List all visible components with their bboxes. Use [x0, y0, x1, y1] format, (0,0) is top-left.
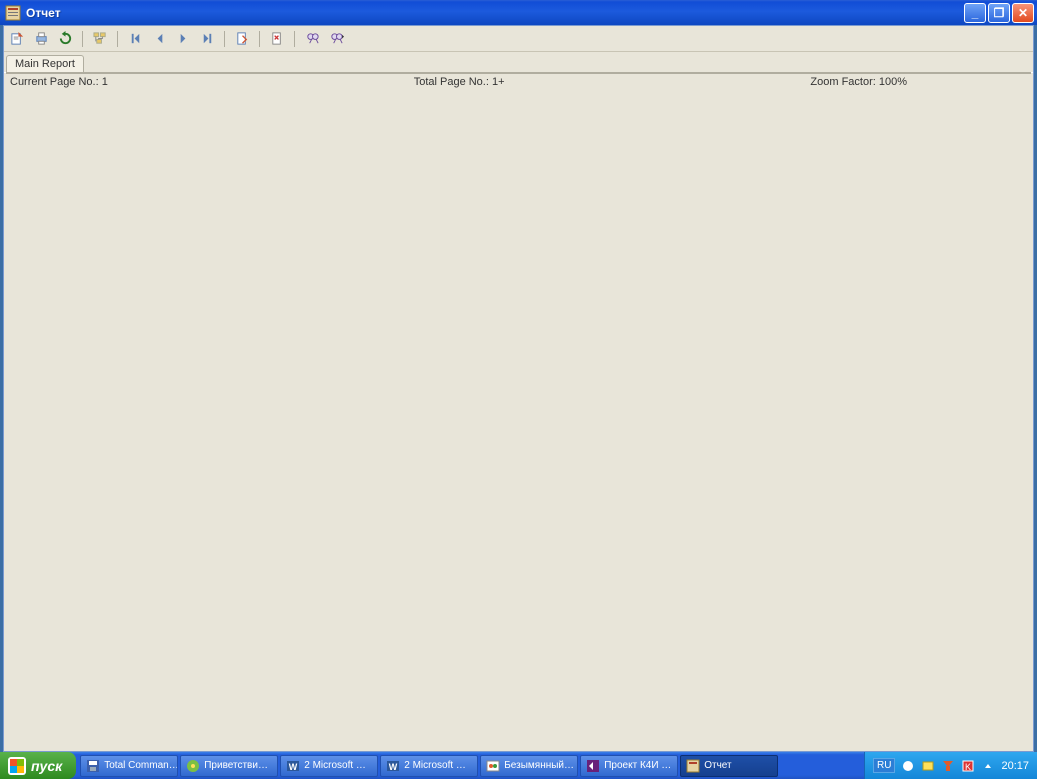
taskbar-item[interactable]: W 2 Microsoft … [280, 755, 378, 777]
window-titlebar: Отчет _ ❐ ✕ [0, 0, 1037, 25]
taskbar-item[interactable]: Приветстви… [180, 755, 278, 777]
taskbar-item-label: Приветстви… [204, 760, 268, 771]
minimize-button[interactable]: _ [964, 3, 986, 23]
taskbar-item-label: Проект К4И … [604, 760, 671, 771]
word-icon: W [386, 759, 400, 773]
taskbar-items: Total Comman…Приветстви…W2 Microsoft …W2… [76, 752, 864, 779]
taskbar-item-label: Безымянный… [504, 760, 574, 771]
tray-arrow-icon[interactable] [981, 759, 995, 773]
taskbar-item-label: 2 Microsoft … [304, 760, 366, 771]
refresh-button[interactable] [56, 30, 74, 48]
separator [82, 31, 83, 47]
clock[interactable]: 20:17 [1001, 760, 1029, 772]
zoom-button[interactable] [327, 30, 345, 48]
taskbar: пуск Total Comman… Приветстви… W 2 Microsof… [0, 752, 1037, 779]
scroll-down-icon[interactable]: ▾ [1015, 72, 1030, 73]
separator [259, 31, 260, 47]
taskbar-item[interactable]: W 2 Microsoft … [380, 755, 478, 777]
icq-icon [186, 759, 200, 773]
tray-icon[interactable] [901, 759, 915, 773]
system-tray[interactable]: RU K 20:17 [864, 752, 1037, 779]
last-page-button[interactable] [198, 30, 216, 48]
export-button[interactable] [8, 30, 26, 48]
svg-text:K: K [965, 762, 971, 772]
word-icon: W [286, 759, 300, 773]
start-button[interactable]: пуск [0, 752, 76, 779]
taskbar-item-label: Отчет [704, 760, 731, 771]
separator [294, 31, 295, 47]
window-title: Отчет [26, 6, 964, 20]
taskbar-item[interactable]: Проект К4И … [580, 755, 678, 777]
maximize-button[interactable]: ❐ [988, 3, 1010, 23]
language-indicator[interactable]: RU [873, 758, 895, 773]
group-tree-button[interactable] [91, 30, 109, 48]
taskbar-item-label: 2 Microsoft … [404, 760, 466, 771]
scroll-up-icon[interactable]: ▴ [1015, 73, 1030, 74]
scroll-right-icon[interactable]: ▸ [998, 72, 1014, 74]
svg-text:W: W [389, 762, 398, 772]
goto-page-button[interactable] [233, 30, 251, 48]
taskbar-item[interactable]: Безымянный… [480, 755, 578, 777]
tray-icon[interactable]: K [961, 759, 975, 773]
horizontal-scrollbar[interactable]: ◂ ▸ [7, 72, 1014, 73]
close-button[interactable]: ✕ [1012, 3, 1034, 23]
toolbar [4, 26, 1033, 52]
report-viewport: Отчет по сотрудникам 12.02.2008 Фамилия … [6, 72, 1031, 74]
windows-logo-icon [8, 757, 26, 775]
taskbar-item[interactable]: Отчет [680, 755, 778, 777]
tray-icon[interactable] [921, 759, 935, 773]
svg-text:W: W [289, 762, 298, 772]
tab-main-report[interactable]: Main Report [6, 55, 84, 72]
find-button[interactable] [303, 30, 321, 48]
paint-icon [486, 759, 500, 773]
taskbar-item-label: Total Comman… [104, 760, 178, 771]
separator [224, 31, 225, 47]
tab-bar: Main Report [4, 52, 1033, 72]
form-icon [686, 759, 700, 773]
taskbar-item[interactable]: Total Comman… [80, 755, 178, 777]
close-view-button[interactable] [268, 30, 286, 48]
first-page-button[interactable] [126, 30, 144, 48]
prev-page-button[interactable] [150, 30, 168, 48]
scroll-left-icon[interactable]: ◂ [7, 72, 23, 74]
app-icon [5, 5, 21, 21]
tray-icon[interactable] [941, 759, 955, 773]
vs-icon [586, 759, 600, 773]
app-shell: Main Report Отчет по сотрудникам 12.02.2… [3, 25, 1034, 752]
print-button[interactable] [32, 30, 50, 48]
separator [117, 31, 118, 47]
disk-icon [86, 759, 100, 773]
start-label: пуск [31, 758, 62, 774]
next-page-button[interactable] [174, 30, 192, 48]
